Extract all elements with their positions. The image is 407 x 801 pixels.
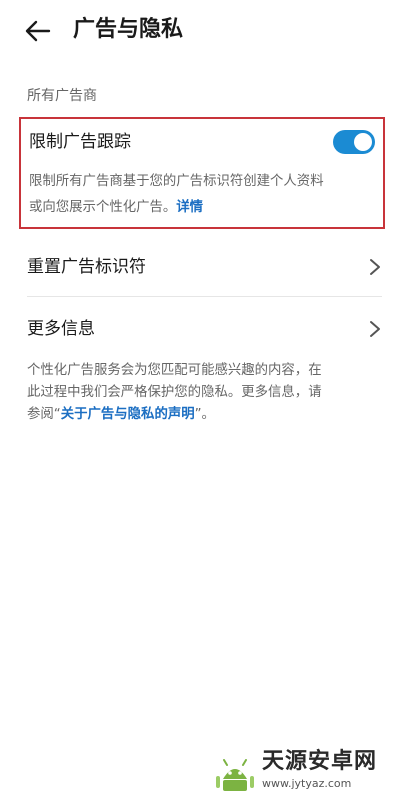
page-title: 广告与隐私 — [73, 17, 184, 42]
info-line-1: 个性化广告服务会为您匹配可能感兴趣的内容，在 — [27, 363, 322, 378]
more-info-row[interactable]: 更多信息 — [27, 298, 382, 360]
description-line-1: 限制所有广告商基于您的广告标识符创建个人资料 — [29, 174, 324, 189]
limit-ad-tracking-label: 限制广告跟踪 — [29, 132, 131, 152]
divider — [27, 296, 382, 297]
reset-ad-identifier-row[interactable]: 重置广告标识符 — [27, 236, 382, 298]
info-line-3: 参阅“关于广告与隐私的声明”。 — [27, 404, 387, 426]
chevron-right-icon — [370, 321, 380, 337]
description-line-2-text: 或向您展示个性化广告。 — [29, 200, 177, 215]
limit-ad-tracking-toggle[interactable] — [333, 130, 375, 154]
info-line-3-suffix: ”。 — [194, 407, 215, 422]
watermark-title: 天源安卓网 — [262, 749, 378, 774]
ad-info-text: 个性化广告服务会为您匹配可能感兴趣的内容，在 此过程中我们会严格保护您的隐私。更… — [27, 360, 387, 426]
reset-ad-identifier-label: 重置广告标识符 — [27, 257, 146, 277]
section-label: 所有广告商 — [27, 88, 97, 104]
site-watermark: 天源安卓网 www.jytyaz.com — [213, 747, 403, 797]
app-header: 广告与隐私 — [0, 0, 407, 62]
info-line-3-prefix: 参阅“ — [27, 407, 61, 422]
more-info-label: 更多信息 — [27, 319, 95, 339]
description-line-2: 或向您展示个性化广告。详情 — [29, 195, 379, 221]
info-line-2: 此过程中我们会严格保护您的隐私。更多信息，请 — [27, 385, 322, 400]
watermark-url: www.jytyaz.com — [262, 777, 352, 790]
privacy-statement-link[interactable]: 关于广告与隐私的声明 — [61, 407, 195, 422]
chevron-right-icon — [370, 259, 380, 275]
android-logo-icon — [216, 759, 254, 791]
limit-ad-tracking-description: 限制所有广告商基于您的广告标识符创建个人资料 或向您展示个性化广告。详情 — [29, 169, 379, 221]
arrow-left-icon[interactable] — [24, 17, 52, 45]
details-link[interactable]: 详情 — [176, 200, 203, 215]
limit-ad-tracking-card: 限制广告跟踪 限制所有广告商基于您的广告标识符创建个人资料 或向您展示个性化广告… — [19, 117, 385, 229]
toggle-knob — [354, 133, 372, 151]
